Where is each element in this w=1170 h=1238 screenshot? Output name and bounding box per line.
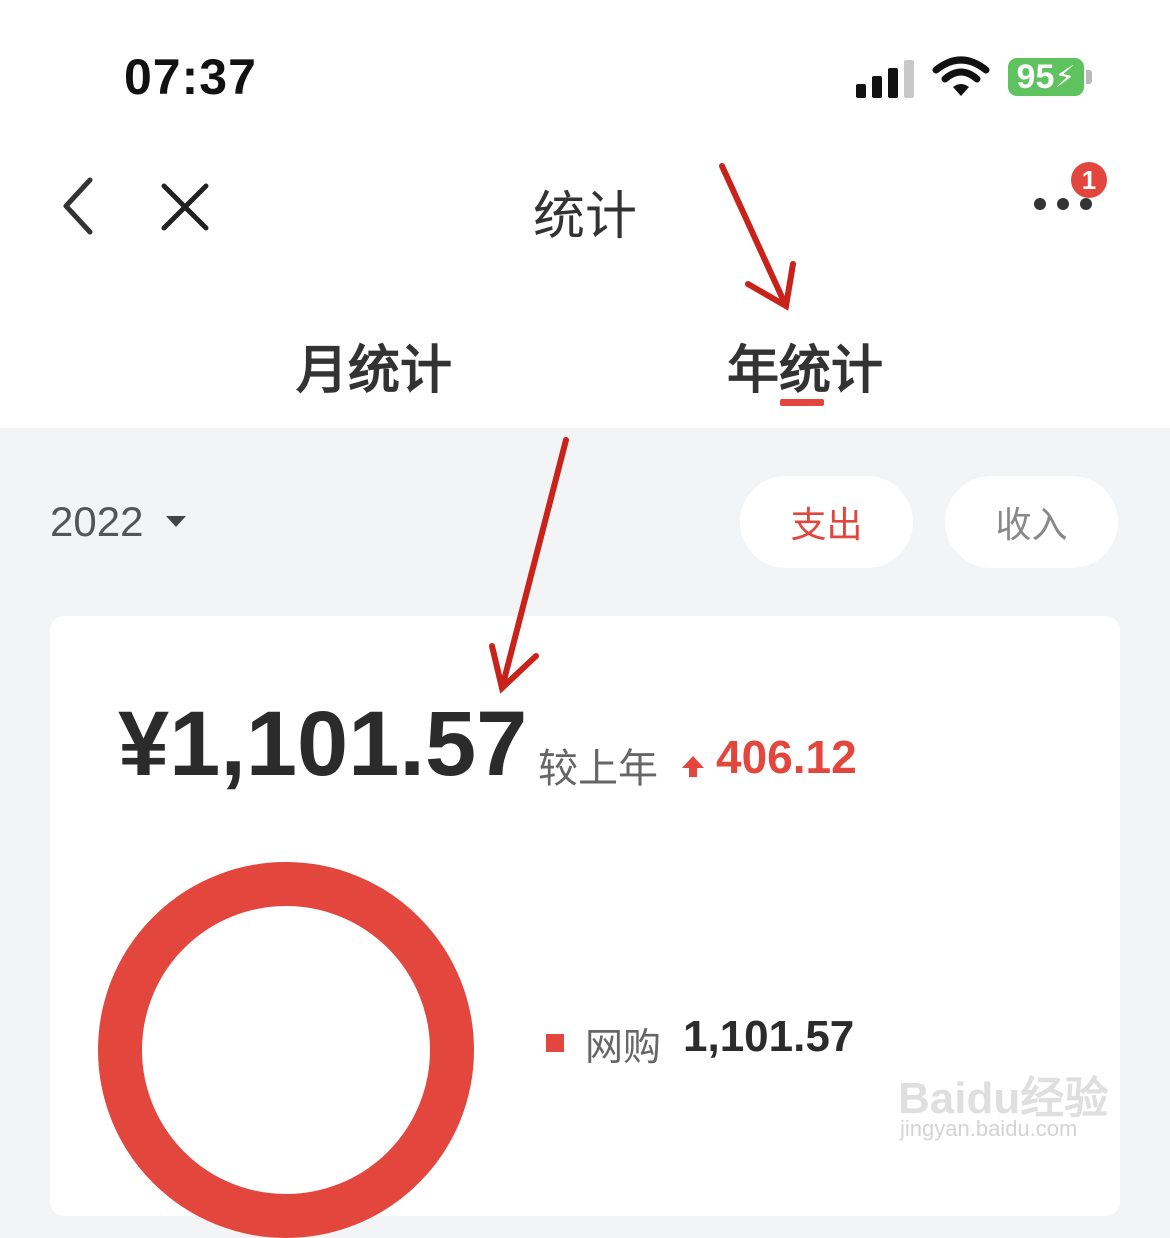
legend-swatch: [546, 1034, 564, 1052]
income-toggle-button[interactable]: 收入: [945, 476, 1118, 568]
tab-month-stats[interactable]: 月统计: [296, 328, 452, 403]
legend-category-value: 1,101.57: [683, 1012, 855, 1061]
donut-segment-online-shopping: [98, 862, 474, 1238]
caret-down-icon[interactable]: [166, 516, 186, 527]
active-tab-indicator: [780, 399, 824, 406]
cellular-signal-icon: [856, 58, 916, 98]
compare-label: 较上年: [538, 747, 658, 791]
tab-year-stats[interactable]: 年统计: [727, 328, 883, 403]
battery-cap: [1086, 70, 1092, 84]
total-amount: ¥1,101.57: [118, 693, 528, 795]
arrow-up-icon: [682, 756, 704, 777]
watermark-url: jingyan.baidu.com: [900, 1116, 1078, 1141]
compare-value: 406.12: [716, 731, 857, 783]
status-time: 07:37: [124, 49, 257, 105]
year-selector[interactable]: 2022: [50, 498, 143, 546]
page-title: 统计: [532, 188, 637, 246]
legend-category-name: 网购: [585, 1027, 662, 1069]
wifi-icon: [932, 56, 990, 96]
battery-icon: 95 ⚡: [1008, 58, 1084, 96]
category-donut-chart: [98, 862, 474, 1238]
expense-toggle-button[interactable]: 支出: [740, 476, 913, 568]
notification-badge: 1: [1071, 162, 1107, 198]
